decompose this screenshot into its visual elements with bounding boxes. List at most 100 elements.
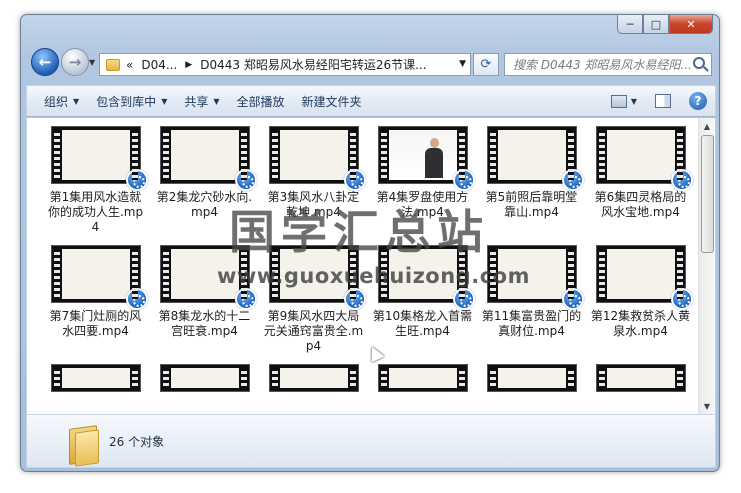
file-item-partial[interactable] [477, 362, 586, 392]
forward-button[interactable]: → [61, 48, 89, 76]
new-folder-button[interactable]: 新建文件夹 [302, 93, 362, 110]
refresh-button[interactable]: ⟳ [473, 53, 499, 76]
share-menu[interactable]: 共享 ▼ [184, 93, 219, 110]
folder-icon [67, 423, 99, 463]
thumbnail-frame [606, 249, 675, 299]
address-dropdown-icon[interactable]: ▼ [459, 59, 466, 69]
organize-label: 组织 [44, 94, 69, 109]
breadcrumb-current[interactable]: D0443 郑昭易风水易经阳宅转运26节课... [200, 56, 426, 73]
media-player-icon [452, 169, 475, 191]
file-item[interactable]: 第5前照后靠明堂靠山.mp4 [477, 124, 586, 239]
thumbnail-frame [279, 130, 348, 180]
thumbnail-frame [61, 130, 130, 180]
thumbnail-frame [279, 368, 348, 388]
video-thumbnail [377, 364, 468, 392]
preview-pane-icon[interactable] [655, 94, 671, 108]
video-thumbnail [268, 126, 366, 191]
recent-pages-dropdown[interactable]: ▼ [89, 58, 95, 67]
breadcrumb-overflow[interactable]: « [126, 58, 133, 72]
thumbnail-frame [61, 368, 130, 388]
item-count: 26 个对象 [109, 435, 165, 449]
vertical-scrollbar[interactable]: ▲ ▼ [698, 118, 715, 414]
help-button[interactable]: ? [689, 92, 707, 110]
organize-menu[interactable]: 组织 ▼ [44, 93, 79, 110]
file-name: 第8集龙水的十二宫旺衰.mp4 [158, 309, 251, 338]
media-player-icon [670, 288, 693, 310]
video-thumbnail [595, 245, 693, 310]
thumbnail-frame [170, 130, 239, 180]
back-button[interactable]: ← [31, 48, 59, 76]
media-player-icon [125, 169, 148, 191]
file-name: 第5前照后靠明堂靠山.mp4 [485, 190, 578, 219]
media-player-icon [343, 169, 366, 191]
folder-icon [106, 58, 120, 71]
navigation-bar: ← → ▼ « D04... ▶ D0443 郑昭易风水易经阳宅转运26节课..… [21, 45, 719, 81]
search-input[interactable] [513, 57, 691, 72]
media-player-icon [125, 288, 148, 310]
file-item-partial[interactable] [586, 362, 695, 392]
thumbnail-frame [170, 368, 239, 388]
file-item-partial[interactable] [41, 362, 150, 392]
file-item-partial[interactable] [259, 362, 368, 392]
video-thumbnail [486, 126, 584, 191]
details-pane: 26 个对象 [26, 414, 716, 468]
maximize-button[interactable]: □ [643, 15, 669, 34]
minimize-button[interactable]: ─ [617, 15, 643, 34]
play-all-label: 全部播放 [236, 94, 285, 109]
video-thumbnail [595, 364, 686, 392]
thumbnail-frame [388, 368, 457, 388]
close-button[interactable]: ✕ [669, 15, 713, 34]
file-item[interactable]: 第12集救贫杀人黄泉水.mp4 [586, 243, 695, 358]
search-icon[interactable] [693, 57, 705, 69]
file-name: 第1集用风水造就你的成功人生.mp4 [47, 190, 144, 234]
video-thumbnail [377, 126, 475, 191]
share-label: 共享 [184, 94, 209, 109]
video-thumbnail [50, 364, 141, 392]
video-thumbnail [159, 364, 250, 392]
thumbnail-frame [606, 130, 675, 180]
search-box[interactable] [504, 53, 712, 76]
view-dropdown-icon[interactable]: ▼ [631, 97, 637, 106]
file-name: 第11集富贵盈门的真财位.mp4 [481, 309, 582, 338]
video-thumbnail [595, 126, 693, 191]
file-item-partial[interactable] [368, 362, 477, 392]
thumbnail-frame [606, 368, 675, 388]
file-name: 第7集门灶厕的风水四要.mp4 [49, 309, 142, 338]
media-player-icon [343, 288, 366, 310]
thumbnail-frame [497, 368, 566, 388]
breadcrumb-parent[interactable]: D04... [141, 58, 177, 72]
file-item[interactable]: 第1集用风水造就你的成功人生.mp4 [41, 124, 150, 239]
play-all-button[interactable]: 全部播放 [237, 93, 285, 110]
watermark-url: www.guoxuehuizong.com [217, 264, 530, 288]
presenter-figure [424, 138, 443, 178]
include-label: 包含到库中 [96, 94, 157, 109]
address-bar[interactable]: « D04... ▶ D0443 郑昭易风水易经阳宅转运26节课... ▼ [99, 53, 471, 76]
thumbnail-frame [497, 130, 566, 180]
media-player-icon [234, 169, 257, 191]
video-thumbnail [50, 126, 148, 191]
chevron-down-icon: ▼ [73, 96, 80, 106]
scroll-down-icon[interactable]: ▼ [701, 400, 713, 412]
change-view-icon[interactable] [610, 94, 627, 108]
file-name: 第6集四灵格局的风水宝地.mp4 [594, 190, 687, 219]
media-player-icon [561, 288, 584, 310]
file-item-partial[interactable] [150, 362, 259, 392]
file-name: 第10集格龙入首需生旺.mp4 [372, 309, 473, 338]
thumbnail-frame [61, 249, 130, 299]
scroll-up-icon[interactable]: ▲ [701, 120, 713, 132]
caption-buttons: ─ □ ✕ [617, 15, 713, 34]
video-thumbnail [268, 364, 359, 392]
thumbnail-frame [388, 130, 457, 180]
file-item[interactable]: 第11集富贵盈门的真财位.mp4 [477, 243, 586, 358]
include-in-library-menu[interactable]: 包含到库中 ▼ [96, 93, 167, 110]
breadcrumb-separator-icon[interactable]: ▶ [185, 60, 192, 70]
media-player-icon [452, 288, 475, 310]
scrollbar-thumb[interactable] [701, 135, 714, 253]
new-folder-label: 新建文件夹 [301, 94, 362, 109]
media-player-icon [561, 169, 584, 191]
file-item[interactable]: 第7集门灶厕的风水四要.mp4 [41, 243, 150, 358]
file-item[interactable]: 第6集四灵格局的风水宝地.mp4 [586, 124, 695, 239]
video-thumbnail [159, 126, 257, 191]
media-player-icon [670, 169, 693, 191]
arrow-left-icon: ← [38, 53, 52, 71]
